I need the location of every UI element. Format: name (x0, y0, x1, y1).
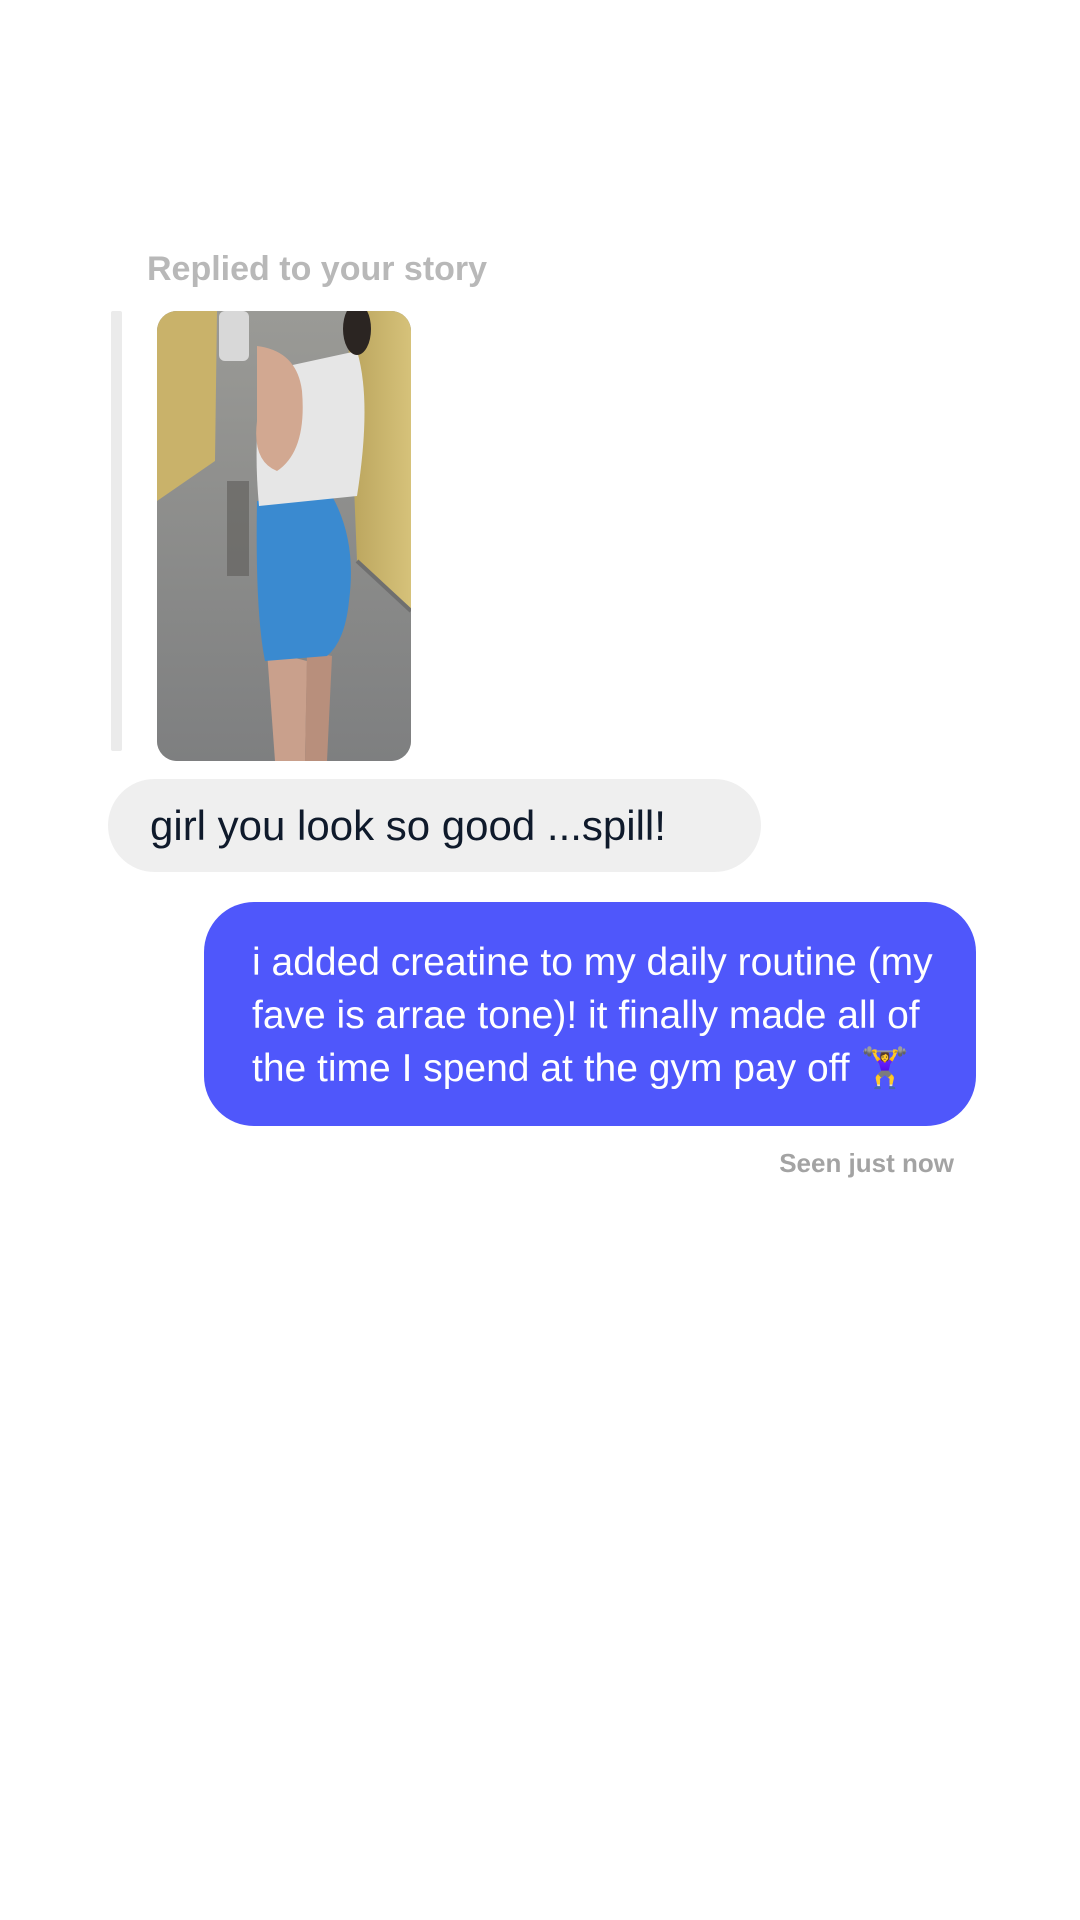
incoming-message-text: girl you look so good ...spill! (150, 801, 666, 849)
story-reply-label: Replied to your story (147, 250, 488, 288)
seen-status: Seen just now (779, 1148, 954, 1178)
incoming-message-bubble[interactable]: girl you look so good ...spill! (108, 779, 761, 872)
story-quote-bar (111, 311, 122, 751)
story-thumbnail[interactable] (157, 311, 411, 761)
outgoing-message-bubble[interactable]: i added creatine to my daily routine (my… (204, 902, 976, 1126)
outgoing-message-text: i added creatine to my daily routine (my… (252, 941, 933, 1090)
